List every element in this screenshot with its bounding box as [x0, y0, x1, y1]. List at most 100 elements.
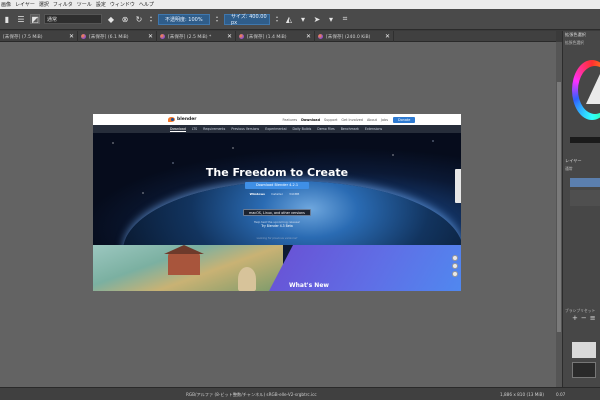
canvas-image[interactable]: blender Features Download Support Get In… — [93, 114, 461, 291]
download-os: Windows — [249, 192, 265, 196]
opacity-slider[interactable]: 不透明度: 100% — [158, 13, 210, 25]
layer-menu-icon[interactable]: ≡ — [590, 314, 596, 322]
download-type: Installer — [270, 192, 283, 196]
size-stepper-icon[interactable]: ▴ ▾ — [274, 14, 280, 25]
website-logo-text: blender — [177, 117, 197, 122]
brush-preset-thumbnail[interactable] — [572, 362, 596, 378]
document-tab-label: [未保存] (1.4 MiB) — [247, 34, 287, 40]
layers-docker-title: レイヤー — [565, 158, 582, 163]
document-tab[interactable]: [未保存] (1.4 MiB) ✕ — [236, 31, 315, 42]
scrollbar-thumb[interactable] — [557, 82, 561, 332]
status-bar: RGB/アルファ (8-ビット整数/チャンネル) sRGB-elle-V2-sr… — [0, 387, 600, 400]
close-icon[interactable]: ✕ — [385, 33, 390, 40]
color-history-strip[interactable] — [570, 137, 600, 143]
blender-logo-icon — [168, 117, 175, 122]
website-nav-link: About — [366, 117, 377, 122]
download-size: 344MB — [288, 192, 300, 196]
document-tab[interactable]: [未保存] (240.0 KiB) ✕ — [315, 31, 394, 42]
pointer-icon[interactable]: ➤ — [312, 14, 322, 24]
menu-bar: 画像 レイヤー 選択 フィルタ ツール 設定 ウィンドウ ヘルプ — [0, 0, 600, 9]
beta-link: Try Blender 4.3 Beta — [261, 224, 293, 228]
add-layer-icon[interactable]: + — [572, 314, 578, 322]
layer-row-selected[interactable] — [570, 178, 600, 187]
menu-item-select[interactable]: 選択 — [39, 1, 49, 8]
layer-actions: + − ≡ — [572, 314, 600, 322]
download-meta: Windows Installer 344MB — [93, 192, 461, 196]
brush-preset-icon[interactable]: ▮ — [2, 14, 12, 24]
website-subnav-link: LTS — [191, 127, 198, 131]
menu-item-filter[interactable]: フィルタ — [53, 1, 73, 8]
close-icon[interactable]: ✕ — [148, 33, 153, 40]
website-subnav-link: Demo Files — [317, 127, 335, 131]
document-thumbnail-icon — [160, 34, 165, 39]
document-thumbnail-icon — [239, 34, 244, 39]
website-feature-banner: What's New — [93, 245, 461, 291]
tool-options-bar: ▮ ☰ ◩ 通常 ◆ ⊗ ↻ ▴ ▾ 不透明度: 100% ▴ ▾ サイズ: 400… — [0, 9, 600, 30]
document-tab[interactable]: [未保存] (6.1 MiB) ✕ — [78, 31, 157, 42]
menu-item-help[interactable]: ヘルプ — [139, 1, 154, 8]
opacity-spin-icon[interactable]: ▴ ▾ — [148, 14, 154, 25]
reload-icon[interactable]: ↻ — [134, 14, 144, 24]
os-select: macOS, Linux, and other versions — [243, 209, 311, 216]
website-nav-bar: blender Features Download Support Get In… — [93, 114, 461, 125]
brush-preset-thumbnail[interactable] — [572, 342, 596, 358]
alpha-lock-icon[interactable]: ⊗ — [120, 14, 130, 24]
control-dot-icon — [452, 263, 458, 269]
close-icon[interactable]: ✕ — [227, 33, 232, 40]
website-nav-link: Jobs — [381, 117, 388, 122]
close-icon[interactable]: ✕ — [306, 33, 311, 40]
website-hero: The Freedom to Create Download Blender 4… — [93, 133, 461, 245]
fill-pattern-icon[interactable]: ◩ — [30, 14, 40, 24]
control-dot-icon — [452, 255, 458, 261]
crop-icon[interactable]: ⌗ — [340, 14, 350, 24]
menu-item-layer[interactable]: レイヤー — [15, 1, 35, 8]
mirror-icon[interactable]: ◭ — [284, 14, 294, 24]
website-subnav-link: Requirements — [203, 127, 226, 131]
color-docker-title: 拡張色選択 — [565, 32, 586, 37]
document-tab[interactable]: [未保存] (7.5 MiB) ✕ — [0, 31, 78, 42]
opacity-stepper-icon[interactable]: ▴ ▾ — [214, 14, 220, 25]
eraser-icon[interactable]: ◆ — [106, 14, 116, 24]
feature-controls — [452, 255, 459, 277]
close-icon[interactable]: ✕ — [69, 33, 74, 40]
chevron-down-icon[interactable]: ▾ — [298, 14, 308, 24]
size-slider[interactable]: サイズ: 400.00 px — [224, 13, 270, 26]
control-dot-icon — [452, 271, 458, 277]
website-subnav-link: Daily Builds — [292, 127, 312, 131]
download-button: Download Blender 4.2.1 — [245, 182, 309, 189]
zoom-level[interactable]: 0.07 — [556, 392, 565, 397]
document-tab-label: [未保存] (240.0 KiB) — [326, 34, 371, 40]
document-tab-label: [未保存] (6.1 MiB) — [89, 34, 129, 40]
layer-blend-mode[interactable]: 通常 — [563, 165, 600, 173]
brush-settings-icon[interactable]: ☰ — [16, 14, 26, 24]
artwork-character — [238, 267, 256, 291]
artwork-house — [164, 245, 204, 275]
chevron-down-icon[interactable]: ▾ — [326, 14, 336, 24]
feature-artwork — [93, 245, 283, 291]
document-thumbnail-icon — [318, 34, 323, 39]
website-nav-links: Features Download Support Get Involved A… — [283, 118, 388, 122]
hero-title: The Freedom to Create — [205, 166, 349, 179]
previous-versions-text: Looking for previous versions? — [256, 236, 298, 240]
document-thumbnail-icon — [81, 34, 86, 39]
website-subnav-link: Benchmark — [340, 127, 359, 131]
layer-row[interactable] — [570, 190, 600, 206]
document-tab[interactable]: [未保存] (2.5 MiB) * ✕ — [157, 31, 236, 42]
menu-item-tools[interactable]: ツール — [77, 1, 92, 8]
website-subnav: Download LTS Requirements Previous Versi… — [93, 125, 461, 133]
website-nav-link: Get Involved — [341, 117, 363, 122]
menu-item-window[interactable]: ウィンドウ — [110, 1, 135, 8]
menu-item-image[interactable]: 画像 — [1, 1, 11, 8]
color-docker-subtitle: 拡張色選択 — [565, 40, 584, 45]
website-subnav-link: Experimental — [265, 127, 287, 131]
website-logo: blender — [168, 117, 197, 122]
color-triangle[interactable] — [586, 74, 600, 104]
website-nav-link: Download — [301, 117, 321, 122]
menu-item-settings[interactable]: 設定 — [96, 1, 106, 8]
blend-mode-select[interactable]: 通常 — [44, 14, 102, 24]
website-store-button: Donate — [393, 116, 416, 123]
remove-layer-icon[interactable]: − — [581, 314, 587, 322]
website-nav-link: Support — [324, 117, 338, 122]
color-profile-status: RGB/アルファ (8-ビット整数/チャンネル) sRGB-elle-V2-sr… — [186, 392, 317, 397]
document-tab-label: [未保存] (7.5 MiB) — [3, 34, 43, 40]
